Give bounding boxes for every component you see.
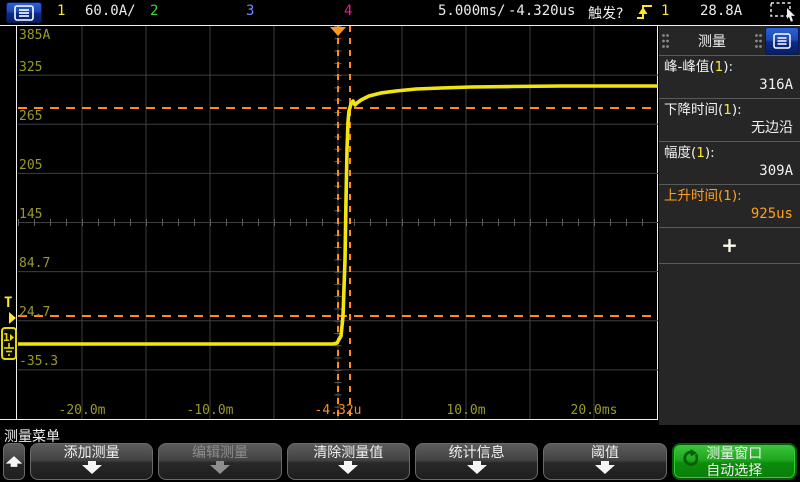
softkey-label: 统计信息	[449, 445, 505, 462]
panel-menu-button[interactable]	[765, 27, 799, 55]
channel-marker-number: 1	[3, 331, 10, 344]
channel-4-badge[interactable]: 4	[344, 3, 352, 19]
trigger-level-marker[interactable]: T	[4, 295, 12, 311]
panel-header: 测量	[659, 26, 800, 56]
softkey-label: 阈值	[591, 445, 619, 462]
y-axis-label: 385A	[19, 28, 50, 43]
rising-edge-trigger-icon[interactable]	[637, 3, 653, 21]
channel-3-badge[interactable]: 3	[246, 3, 254, 19]
y-axis-label: 84.7	[19, 256, 50, 271]
down-arrow-icon	[80, 461, 104, 474]
measurement-value: 无边沿	[664, 119, 795, 137]
y-axis-label: 24.7	[19, 305, 50, 320]
drag-grip-icon[interactable]	[754, 33, 763, 49]
x-axis-label: 20.0ms	[559, 403, 629, 418]
measurement-label: 幅度(1):	[664, 145, 795, 162]
softkey-label: 添加测量	[64, 445, 120, 462]
softkey-clear-measurements[interactable]: 清除测量值	[287, 443, 410, 480]
selection-cursor-icon[interactable]	[770, 2, 797, 23]
trigger-level-readout[interactable]: 28.8A	[700, 3, 742, 19]
y-axis-label: 325	[19, 60, 42, 75]
down-arrow-icon	[465, 461, 489, 474]
hamburger-menu-icon	[14, 5, 34, 21]
measurement-label: 峰-峰值(1):	[664, 59, 795, 76]
channel-1-badge[interactable]: 1	[57, 3, 65, 19]
down-arrow-icon	[336, 461, 360, 474]
y-axis-label: -35.3	[19, 354, 58, 369]
cycle-arrow-icon	[680, 449, 698, 467]
status-bar: 1 60.0A/ 2 3 4 5.000ms/ -4.320us 触发? 1 2…	[0, 0, 800, 25]
grid-bottom-border	[0, 419, 658, 420]
measurement-item-fall-time[interactable]: 下降时间(1): 无边沿	[659, 99, 800, 142]
measurement-label: 上升时间(1):	[664, 188, 795, 205]
up-arrow-icon	[4, 455, 24, 468]
timebase-readout[interactable]: 5.000ms/	[438, 3, 505, 19]
channel-2-badge[interactable]: 2	[150, 3, 158, 19]
add-measurement-button[interactable]: +	[659, 228, 800, 264]
measurement-value: 309A	[664, 162, 795, 180]
softkey-thresholds[interactable]: 阈值	[543, 443, 666, 480]
channel-1-scale[interactable]: 60.0A/	[85, 3, 136, 19]
x-axis-label: 10.0m	[431, 403, 501, 418]
measurement-item-rise-time[interactable]: 上升时间(1): 925us	[659, 185, 800, 228]
trigger-level-arrow-icon[interactable]	[9, 312, 16, 324]
channel-1-ground-icon: 1	[3, 330, 15, 358]
channel-1-ground-marker[interactable]: 1	[1, 327, 17, 360]
hamburger-menu-icon	[773, 33, 791, 49]
softkey-label-line2: 自动选择	[706, 463, 762, 480]
panel-title: 测量	[672, 31, 752, 51]
measurement-label: 下降时间(1):	[664, 102, 795, 119]
softkey-label: 编辑测量	[192, 445, 248, 462]
softkey-menu-bar: 测量菜单 添加测量 编辑测量 清除测量值 统计信息	[0, 425, 800, 482]
softkey-add-measurement[interactable]: 添加测量	[30, 443, 153, 480]
delay-readout[interactable]: -4.320us	[508, 3, 575, 19]
drag-grip-icon[interactable]	[661, 33, 670, 49]
main-menu-button[interactable]	[6, 2, 42, 23]
softkey-label-line1: 测量窗口	[706, 446, 762, 463]
graticule-svg	[18, 26, 658, 419]
y-axis-label: 205	[19, 158, 42, 173]
trigger-status[interactable]: 触发?	[588, 3, 623, 23]
trigger-source-badge[interactable]: 1	[661, 3, 669, 19]
menu-back-button[interactable]	[3, 443, 25, 480]
measurements-panel: 测量 峰-峰值(1): 316A 下降时间(1): 无边沿	[659, 26, 800, 425]
waveform-display: 385A 325 265 205 145 84.7 24.7 -35.3 -20…	[16, 26, 658, 420]
softkey-measurement-window-auto[interactable]: 测量窗口 自动选择	[672, 443, 797, 480]
x-axis-label: -20.0m	[47, 403, 117, 418]
measurement-value: 316A	[664, 76, 795, 94]
down-arrow-icon	[208, 461, 232, 474]
measurement-value: 925us	[664, 205, 795, 223]
oscilloscope-screen: 1 60.0A/ 2 3 4 5.000ms/ -4.320us 触发? 1 2…	[0, 0, 800, 482]
softkey-statistics[interactable]: 统计信息	[415, 443, 538, 480]
down-arrow-icon	[593, 461, 617, 474]
trigger-position-marker[interactable]	[330, 27, 346, 36]
y-axis-label: 145	[19, 207, 42, 222]
measurement-item-peak-to-peak[interactable]: 峰-峰值(1): 316A	[659, 56, 800, 99]
x-axis-label: -10.0m	[175, 403, 245, 418]
y-axis-label: 265	[19, 109, 42, 124]
softkey-label: 清除测量值	[313, 445, 383, 462]
measurement-item-amplitude[interactable]: 幅度(1): 309A	[659, 142, 800, 185]
trigger-time-label: -4.32u	[303, 403, 373, 418]
softkey-row: 添加测量 编辑测量 清除测量值 统计信息 阈值	[3, 443, 797, 480]
softkey-edit-measurement[interactable]: 编辑测量	[158, 443, 281, 480]
